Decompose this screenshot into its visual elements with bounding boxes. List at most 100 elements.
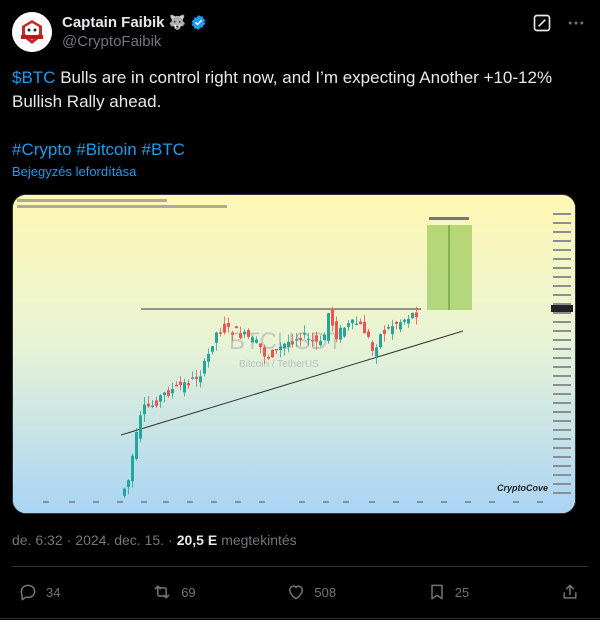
candle-body [163, 392, 166, 395]
price-tick [553, 366, 571, 368]
candle-body [235, 326, 238, 329]
candle-body [247, 330, 250, 337]
candle-body [255, 339, 258, 343]
candle-body [191, 377, 194, 379]
time-tick [93, 501, 99, 503]
hashtag-link[interactable]: #BTC [141, 140, 184, 159]
candle-body [211, 346, 214, 352]
price-tick [553, 276, 571, 278]
author-handle[interactable]: @CryptoFaibik [62, 33, 161, 50]
price-tick [553, 312, 571, 314]
price-tick [553, 330, 571, 332]
price-tick [553, 231, 571, 233]
action-bar: 34 69 508 25 [18, 580, 580, 604]
candle-body [395, 321, 398, 324]
repost-button[interactable]: 69 [151, 582, 196, 602]
candle-body [275, 349, 278, 351]
candle-body [403, 319, 406, 322]
price-tick [553, 258, 571, 260]
candle-body [363, 321, 366, 334]
divider [12, 566, 588, 567]
translate-link[interactable]: Bejegyzés lefordítása [12, 164, 136, 179]
price-tick [553, 402, 571, 404]
author-name[interactable]: Captain Faibik [62, 14, 165, 31]
price-tick [553, 240, 571, 242]
hashtag-link[interactable]: #Crypto [12, 140, 72, 159]
price-tick [553, 438, 571, 440]
bookmark-button[interactable]: 25 [427, 582, 469, 602]
reply-button[interactable]: 34 [18, 582, 60, 602]
more-options-icon[interactable] [566, 13, 586, 33]
candle-body [311, 339, 314, 342]
candle-body [223, 323, 226, 333]
like-button[interactable]: 508 [286, 582, 336, 602]
reply-count: 34 [46, 584, 61, 600]
candle-body [207, 353, 210, 362]
candle-body [271, 349, 274, 358]
repost-icon [154, 585, 170, 599]
time-tick [69, 501, 75, 503]
candle-body [167, 390, 170, 396]
price-tick [553, 303, 571, 305]
price-tick [553, 492, 571, 494]
price-tick [553, 411, 571, 413]
candle-body [139, 415, 142, 439]
hashtag-link[interactable]: #Bitcoin [76, 140, 136, 159]
tweet-date[interactable]: 2024. dec. 15. [75, 532, 164, 548]
candle-body [143, 404, 146, 415]
tweet-meta: de. 6:32 · 2024. dec. 15. · 20,5 E megte… [12, 532, 297, 548]
candle-body [239, 333, 242, 338]
time-tick [235, 501, 241, 503]
tweet-media-image[interactable]: BTCUSDT Bitcoin / TetherUS CryptoCove [12, 194, 576, 514]
price-tick [553, 249, 571, 251]
chart-watermark: BTCUSDT [229, 328, 343, 355]
share-button[interactable] [560, 582, 580, 602]
candle-body [267, 357, 270, 359]
candle-body [351, 319, 354, 324]
target-label [429, 217, 469, 220]
views-label: megtekintés [221, 532, 297, 548]
chart-watermark-sub: Bitcoin / TetherUS [239, 359, 319, 370]
reply-icon [20, 584, 36, 601]
avatar[interactable] [12, 12, 52, 52]
candle-body [279, 346, 282, 351]
candle-body [155, 400, 158, 406]
time-tick [299, 501, 305, 503]
time-tick [513, 501, 519, 503]
candle-body [159, 395, 162, 402]
candle-body [151, 405, 154, 408]
candle-body [135, 432, 138, 459]
candle-body [199, 376, 202, 383]
price-tick [553, 213, 571, 215]
divider [0, 618, 600, 619]
candle-body [175, 384, 178, 387]
candle-body [227, 323, 230, 327]
price-tick [553, 456, 571, 458]
candle-body [387, 326, 390, 329]
candle-body [415, 312, 418, 318]
captain-logo-icon [12, 12, 52, 52]
candle-body [287, 341, 290, 347]
price-tick [553, 294, 571, 296]
grok-icon[interactable] [532, 13, 552, 33]
price-tick [553, 339, 571, 341]
candle-body [295, 339, 298, 341]
candle-body [399, 322, 402, 330]
time-tick [141, 501, 147, 503]
cashtag-link[interactable]: $BTC [12, 68, 55, 87]
verified-badge-icon [191, 14, 206, 30]
time-tick [343, 501, 349, 503]
time-tick [163, 501, 169, 503]
tweet-time[interactable]: de. 6:32 [12, 532, 63, 548]
candle-body [411, 313, 414, 319]
candle-body [339, 327, 342, 340]
candle-body [331, 308, 334, 326]
price-tick [553, 429, 571, 431]
candle-body [407, 319, 410, 324]
meta-separator: · [168, 532, 173, 548]
candle-body [171, 389, 174, 394]
price-tick [553, 375, 571, 377]
author-name-row[interactable]: Captain Faibik 🐺 [62, 12, 207, 32]
heart-icon [289, 585, 304, 600]
candle-body [327, 313, 330, 341]
